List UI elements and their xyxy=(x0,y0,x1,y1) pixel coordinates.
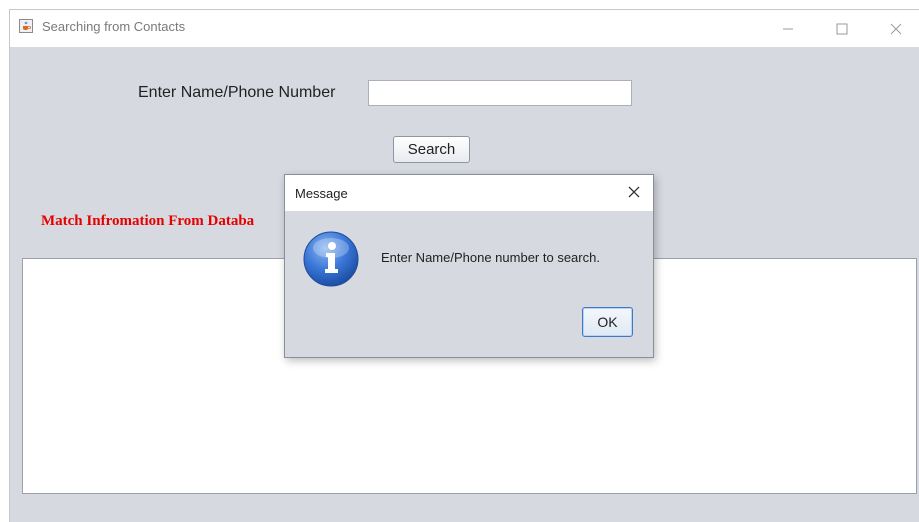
dialog-close-button[interactable] xyxy=(623,181,645,203)
java-cup-icon xyxy=(19,19,33,33)
minimize-icon xyxy=(783,28,793,29)
dialog-message: Enter Name/Phone number to search. xyxy=(381,250,600,265)
title-bar[interactable]: Searching from Contacts xyxy=(10,10,919,47)
close-button[interactable] xyxy=(873,10,919,47)
maximize-icon xyxy=(836,23,848,34)
minimize-button[interactable] xyxy=(765,10,811,47)
dialog-title-bar[interactable]: Message xyxy=(285,175,653,211)
dialog-title: Message xyxy=(295,186,348,201)
window-title: Searching from Contacts xyxy=(42,19,186,34)
ok-button[interactable]: OK xyxy=(582,307,633,337)
close-icon xyxy=(628,186,640,198)
message-dialog: Message Enter Name/Phone number to searc… xyxy=(284,174,654,358)
name-phone-label: Enter Name/Phone Number xyxy=(138,84,336,101)
info-icon xyxy=(303,231,359,287)
maximize-button[interactable] xyxy=(819,10,865,47)
search-input[interactable] xyxy=(368,80,632,106)
search-button[interactable]: Search xyxy=(393,136,470,163)
close-icon xyxy=(890,23,902,34)
results-heading: Match Infromation From Databa xyxy=(41,213,255,229)
